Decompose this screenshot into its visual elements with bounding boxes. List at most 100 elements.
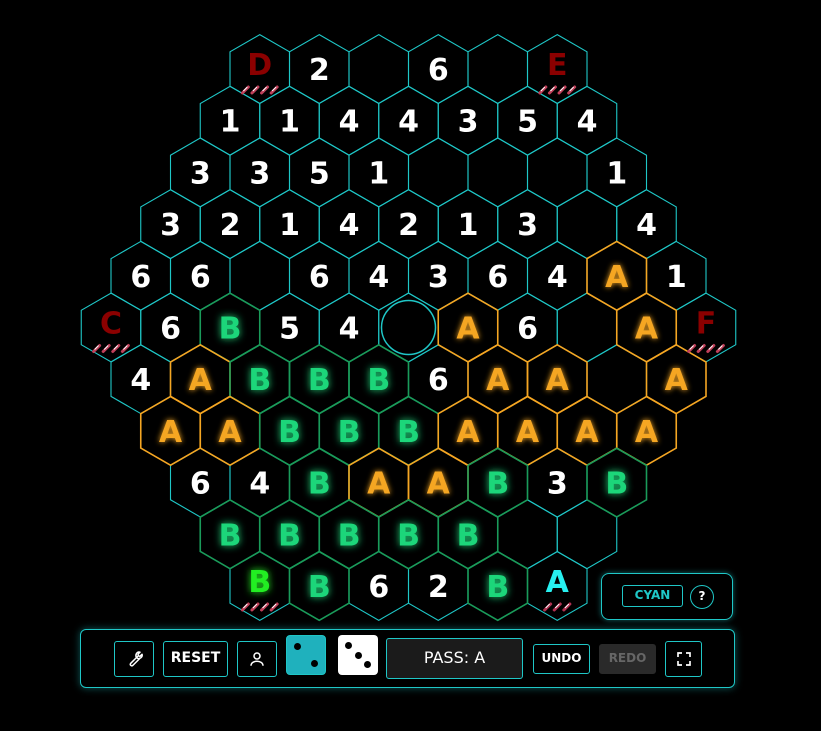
game-board: D 2 6 E1 1 4 4 3 5 43 3 5 1 13 2 1 4 2 1 3 46 6 6 4 3 6 4 A 1C 6 B 5 4 A 6… — [80, 34, 737, 622]
cell-owner-label: A — [605, 260, 629, 295]
cell-number: 6 — [368, 570, 389, 605]
settings-button[interactable] — [114, 641, 154, 677]
cell-number: 2 — [220, 208, 241, 243]
cell-owner-label: B — [278, 415, 301, 450]
token-marker — [538, 85, 548, 95]
token-marker — [120, 344, 130, 353]
cell-number: 5 — [309, 156, 330, 191]
die-pip — [364, 661, 371, 668]
token-marker — [547, 85, 557, 95]
center-circle — [380, 299, 437, 356]
cell-number: 6 — [428, 53, 449, 88]
token-marker — [250, 85, 260, 95]
hex-cell[interactable] — [556, 189, 618, 260]
cell-owner-label: A — [516, 415, 540, 450]
cell-owner-label: B — [219, 312, 242, 347]
cell-owner-label: A — [367, 467, 391, 502]
fullscreen-icon — [676, 652, 691, 666]
player-panel: CYAN ? — [601, 573, 733, 620]
cell-owner-label: B — [219, 518, 242, 553]
token-marker — [269, 85, 279, 95]
cell-owner-label: A — [486, 363, 510, 398]
cell-number: 1 — [666, 260, 687, 295]
cell-number: 6 — [428, 363, 449, 398]
die-pip — [354, 651, 362, 659]
token-marker — [687, 344, 697, 353]
cell-owner-label: A — [159, 415, 183, 450]
cell-owner-label: A — [456, 415, 480, 450]
hex-cell[interactable] — [467, 137, 529, 208]
hex-cell[interactable] — [378, 292, 439, 363]
token-marker — [696, 344, 706, 353]
cell-number: 3 — [160, 208, 181, 243]
redo-button[interactable]: REDO — [599, 644, 656, 674]
cell-owner-label: B — [397, 518, 420, 553]
cell-number: 1 — [279, 105, 300, 140]
cell-owner-label: A — [546, 565, 570, 600]
cell-number: 1 — [606, 156, 627, 191]
cell-number: 3 — [190, 156, 211, 191]
token-marker — [240, 602, 250, 612]
token-marker — [715, 344, 725, 353]
cell-owner-label: A — [427, 467, 451, 502]
die-white[interactable] — [338, 635, 378, 675]
cell-number: 4 — [398, 105, 419, 140]
token-marker — [562, 602, 572, 612]
cell-number: 5 — [279, 312, 300, 347]
cell-number: 6 — [309, 260, 330, 295]
hex-cell[interactable] — [407, 137, 469, 208]
token-marker — [706, 344, 716, 353]
toolbar: RESET PASS: A UNDO REDO — [80, 629, 735, 688]
cell-owner-label: B — [338, 518, 361, 553]
cell-owner-label: B — [278, 518, 301, 553]
hex-cell[interactable] — [229, 240, 291, 311]
cell-owner-label: A — [575, 415, 599, 450]
cell-number: 6 — [190, 467, 211, 502]
cell-owner-label: B — [248, 565, 271, 600]
hex-cell[interactable] — [556, 499, 618, 570]
hex-cell[interactable] — [497, 499, 558, 570]
cell-number: 4 — [547, 260, 568, 295]
cell-owner-label: A — [665, 363, 689, 398]
hex-cell[interactable] — [467, 34, 529, 104]
cell-number: 4 — [339, 105, 360, 140]
cell-owner-label: A — [189, 363, 213, 398]
cell-number: 5 — [517, 105, 538, 140]
token-marker — [111, 344, 121, 353]
cell-number: 4 — [577, 105, 598, 140]
hex-cell[interactable] — [556, 292, 618, 363]
current-player-button[interactable]: CYAN — [622, 585, 683, 607]
hex-cell[interactable] — [526, 137, 588, 208]
fullscreen-button[interactable] — [665, 641, 702, 677]
corner-label: D — [247, 48, 272, 83]
corner-label: C — [100, 307, 122, 342]
cell-number: 6 — [130, 260, 151, 295]
hex-cell[interactable] — [348, 34, 410, 104]
token-marker — [260, 602, 270, 612]
pass-button[interactable]: PASS: A — [386, 638, 523, 679]
cell-number: 2 — [398, 208, 419, 243]
cell-owner-label: B — [308, 570, 331, 605]
cell-owner-label: B — [397, 415, 420, 450]
cell-number: 1 — [458, 208, 479, 243]
cell-number: 4 — [339, 312, 360, 347]
cell-number: 3 — [428, 260, 449, 295]
cell-number: 4 — [339, 208, 360, 243]
cell-number: 1 — [368, 156, 389, 191]
die-cyan[interactable] — [286, 635, 326, 675]
cell-number: 3 — [547, 467, 568, 502]
token-marker — [260, 85, 270, 95]
wrench-icon — [129, 651, 143, 667]
help-button[interactable]: ? — [690, 585, 714, 609]
reset-button[interactable]: RESET — [163, 641, 228, 677]
hex-cell[interactable] — [586, 344, 648, 415]
undo-button[interactable]: UNDO — [533, 644, 590, 674]
player-mode-button[interactable] — [237, 641, 277, 677]
cell-owner-label: B — [486, 467, 509, 502]
token-marker — [250, 602, 260, 612]
cell-owner-label: A — [635, 415, 659, 450]
cell-number: 2 — [309, 53, 330, 88]
token-marker — [543, 602, 553, 612]
cell-number: 6 — [190, 260, 211, 295]
cell-owner-label: B — [486, 570, 509, 605]
